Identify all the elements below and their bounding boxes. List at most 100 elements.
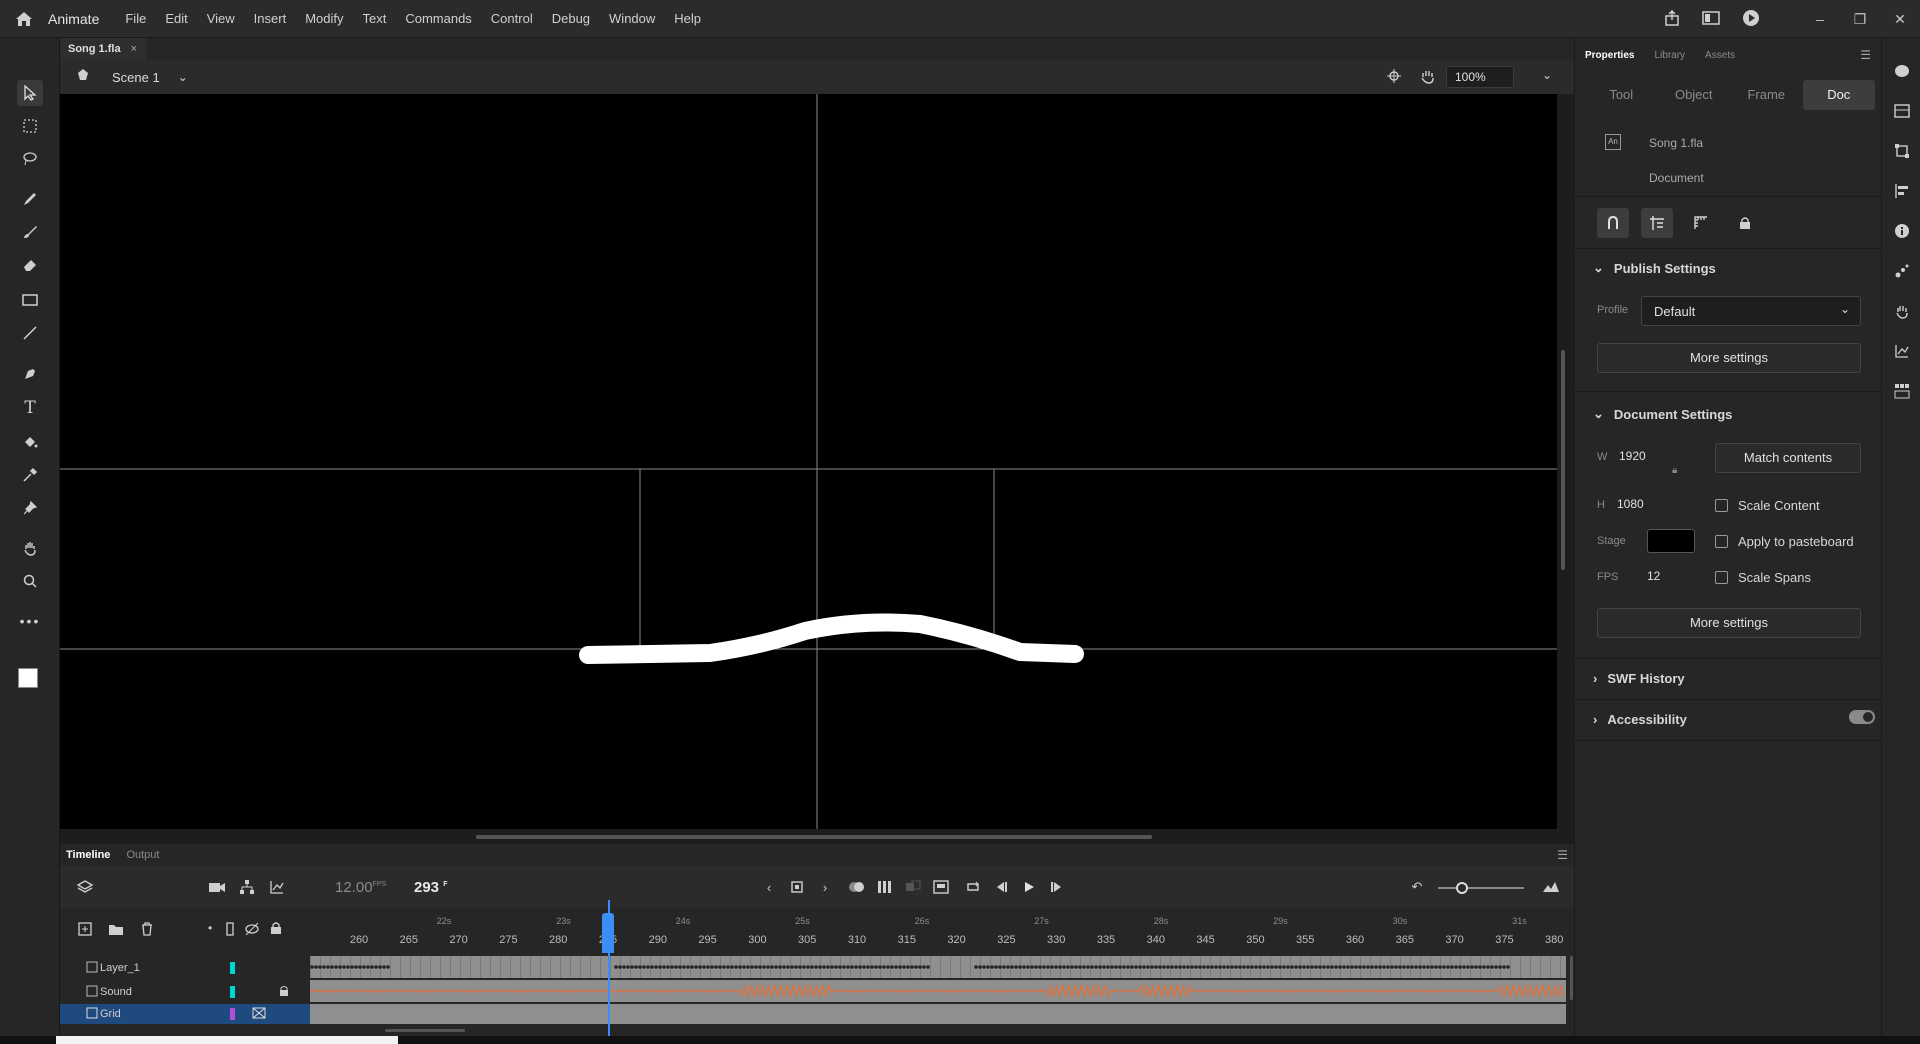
stroke-color-swatch[interactable] (18, 668, 38, 688)
playhead-handle[interactable] (602, 913, 614, 953)
previous-keyframe-icon[interactable]: ‹ (758, 876, 780, 898)
home-icon[interactable] (0, 0, 48, 38)
stage-vertical-scrollbar[interactable] (1561, 350, 1565, 570)
paint-bucket-tool-icon[interactable] (17, 429, 43, 455)
motion-presets-icon[interactable] (1891, 260, 1913, 282)
menu-insert[interactable]: Insert (254, 11, 287, 26)
camera-icon[interactable] (206, 876, 228, 898)
library-icon[interactable] (1891, 100, 1913, 122)
layer-color-marker[interactable] (230, 962, 235, 974)
segment-object[interactable]: Object (1658, 80, 1731, 110)
workspace-icon[interactable] (1702, 10, 1720, 28)
scene-label[interactable]: Scene 1 (112, 70, 160, 85)
publish-more-settings-button[interactable]: More settings (1597, 343, 1861, 373)
restore-icon[interactable]: ❐ (1840, 11, 1880, 28)
assets-icon[interactable] (1891, 60, 1913, 82)
timeline-horizontal-scrollbar[interactable] (385, 1029, 465, 1032)
apply-to-pasteboard-checkbox[interactable]: Apply to pasteboard (1715, 534, 1854, 549)
layer-color-marker[interactable] (230, 986, 235, 998)
panel-menu-icon[interactable]: ☰ (1557, 848, 1568, 862)
eraser-tool-icon[interactable] (17, 252, 43, 278)
lock-guides-icon[interactable] (1729, 208, 1761, 238)
scale-content-checkbox[interactable]: Scale Content (1715, 498, 1820, 513)
align-icon[interactable] (1891, 180, 1913, 202)
pen-tool-icon[interactable] (17, 361, 43, 387)
selection-tool-icon[interactable] (17, 80, 43, 106)
insert-keyframe-icon[interactable] (786, 876, 808, 898)
swf-history-header[interactable]: › SWF History (1593, 671, 1685, 686)
insert-blank-keyframe-icon[interactable] (930, 876, 952, 898)
delete-layer-icon[interactable] (140, 922, 154, 939)
menu-control[interactable]: Control (491, 11, 533, 26)
more-tools-icon[interactable]: ••• (17, 608, 43, 634)
highlight-layers-icon[interactable]: • (208, 921, 212, 935)
layers-icon[interactable] (74, 876, 96, 898)
snap-icon[interactable] (1597, 208, 1629, 238)
layer-row-sound[interactable]: Sound (60, 980, 310, 1004)
zoom-dropdown-icon[interactable]: ⌄ (1542, 68, 1552, 82)
line-tool-icon[interactable] (17, 320, 43, 346)
menu-window[interactable]: Window (609, 11, 655, 26)
layer-row-layer1[interactable]: Layer_1 (60, 956, 310, 980)
frame-ruler[interactable]: 2602652702752802852902953003053103153203… (310, 914, 1566, 950)
match-contents-button[interactable]: Match contents (1715, 443, 1861, 473)
height-input[interactable]: 1080 (1617, 497, 1644, 511)
transform-icon[interactable] (1891, 140, 1913, 162)
components-icon[interactable] (1891, 300, 1913, 322)
document-more-settings-button[interactable]: More settings (1597, 608, 1861, 638)
play-icon[interactable] (1018, 876, 1040, 898)
eyedropper-tool-icon[interactable] (17, 462, 43, 488)
layer-color-marker[interactable] (230, 1008, 235, 1020)
fps-display[interactable]: 12.00FPS (335, 879, 386, 896)
new-layer-icon[interactable] (78, 922, 92, 939)
brush-tool-icon[interactable] (17, 219, 43, 245)
profile-select[interactable]: Default ⌄ (1641, 296, 1861, 326)
layer-row-grid[interactable]: Grid (60, 1004, 310, 1024)
current-frame-display[interactable]: 293 F (414, 879, 447, 896)
width-input[interactable]: 1920 (1619, 449, 1646, 463)
center-stage-icon[interactable] (1386, 68, 1402, 87)
parenting-icon[interactable] (236, 876, 258, 898)
menu-commands[interactable]: Commands (405, 11, 471, 26)
share-icon[interactable] (1664, 9, 1680, 29)
hide-layers-icon[interactable] (244, 922, 260, 939)
loop-icon[interactable] (962, 876, 984, 898)
rotate-stage-icon[interactable] (1420, 68, 1436, 87)
fps-input[interactable]: 12 (1647, 569, 1660, 583)
publish-settings-header[interactable]: ⌄ Publish Settings (1593, 260, 1716, 276)
zoom-input[interactable]: 100% (1446, 66, 1514, 88)
timeline-zoom-slider[interactable] (1438, 887, 1524, 889)
reset-zoom-icon[interactable]: ↶ (1406, 876, 1428, 898)
segment-tool[interactable]: Tool (1585, 80, 1658, 110)
outline-layers-icon[interactable] (226, 922, 234, 939)
pin-tool-icon[interactable] (17, 495, 43, 521)
tab-properties[interactable]: Properties (1585, 50, 1634, 61)
scene-symbol-icon[interactable] (74, 68, 92, 87)
chevron-down-icon[interactable]: ⌄ (178, 70, 188, 84)
fit-frames-icon[interactable] (1540, 876, 1562, 898)
lasso-tool-icon[interactable] (17, 146, 43, 172)
minimize-icon[interactable]: – (1800, 11, 1840, 27)
guides-icon[interactable] (1641, 208, 1673, 238)
close-window-icon[interactable]: ✕ (1880, 11, 1920, 28)
lock-layers-icon[interactable] (270, 921, 282, 938)
panel-menu-icon[interactable]: ☰ (1860, 48, 1871, 62)
zoom-tool-icon[interactable] (17, 568, 43, 594)
hand-tool-icon[interactable] (17, 535, 43, 561)
stage-canvas[interactable] (60, 94, 1557, 829)
test-movie-icon[interactable] (1742, 9, 1760, 30)
link-dimensions-icon[interactable]: 🔒︎ (1672, 465, 1677, 476)
menu-file[interactable]: File (125, 11, 146, 26)
layer-name[interactable]: Grid (100, 1008, 121, 1020)
menu-modify[interactable]: Modify (305, 11, 343, 26)
stage-horizontal-scrollbar[interactable] (476, 835, 1152, 839)
graph-icon[interactable] (1891, 340, 1913, 362)
menu-edit[interactable]: Edit (165, 11, 187, 26)
timeline-vertical-scrollbar[interactable] (1570, 956, 1573, 1000)
tab-output[interactable]: Output (126, 849, 159, 861)
segment-doc[interactable]: Doc (1802, 80, 1875, 110)
frames-grid[interactable] (310, 956, 1566, 1026)
step-back-icon[interactable] (990, 876, 1012, 898)
layer-outline-icon[interactable] (252, 1007, 266, 1022)
step-forward-icon[interactable] (1046, 876, 1068, 898)
